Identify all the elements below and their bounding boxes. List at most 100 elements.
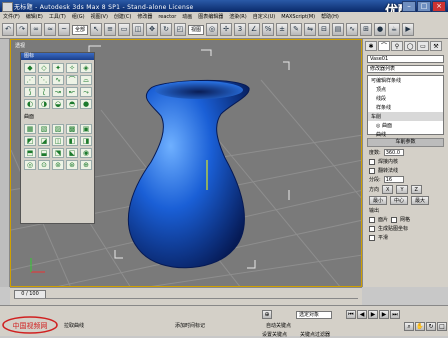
palette-surface-icon[interactable]: ◎: [24, 160, 36, 170]
select-by-name-icon[interactable]: ≡: [104, 23, 117, 36]
segments-spinner[interactable]: 16: [383, 176, 404, 183]
palette-tool-icon[interactable]: ◐: [24, 99, 36, 109]
palette-surface-icon[interactable]: ⊚: [52, 160, 64, 170]
menu-create[interactable]: 创建(C): [114, 13, 131, 20]
palette-surface-icon[interactable]: ⬒: [24, 148, 36, 158]
palette-tool-icon[interactable]: ⌒: [66, 75, 78, 85]
palette-surface-icon[interactable]: ⬓: [38, 148, 50, 158]
goto-start-icon[interactable]: ⏮: [346, 310, 356, 319]
palette-tool-icon[interactable]: ◒: [52, 99, 64, 109]
pan-icon[interactable]: ✋: [415, 322, 425, 331]
rotate-icon[interactable]: ↻: [160, 23, 173, 36]
menu-file[interactable]: 文件(F): [3, 13, 20, 20]
menu-modifiers[interactable]: 修改器: [137, 13, 152, 20]
angle-snap-icon[interactable]: ∠: [248, 23, 261, 36]
key-mode-icon[interactable]: ⊕: [262, 310, 272, 319]
next-frame-icon[interactable]: ▶: [379, 310, 389, 319]
dir-x-button[interactable]: X: [382, 185, 394, 194]
align-center-button[interactable]: 中心: [390, 196, 409, 205]
modify-tab-icon[interactable]: ⌒: [378, 41, 390, 51]
curve-editor-icon[interactable]: ∿: [346, 23, 359, 36]
palette-surface-icon[interactable]: ◫: [52, 136, 64, 146]
move-icon[interactable]: ✥: [146, 23, 159, 36]
palette-title[interactable]: 图标: [21, 53, 94, 60]
menu-graph-editors[interactable]: 图表编辑器: [198, 13, 223, 20]
select-icon[interactable]: ↖: [90, 23, 103, 36]
output-mesh-radio[interactable]: [369, 216, 375, 223]
spinner-snap-icon[interactable]: ±: [276, 23, 289, 36]
align-icon[interactable]: ⊟: [318, 23, 331, 36]
palette-surface-icon[interactable]: ◩: [24, 136, 36, 146]
menu-view[interactable]: 视图(V): [91, 13, 108, 20]
palette-surface-icon[interactable]: ▣: [80, 124, 92, 134]
undo-icon[interactable]: ↶: [2, 23, 14, 36]
palette-surface-icon[interactable]: ⬕: [66, 148, 78, 158]
goto-end-icon[interactable]: ⏭: [390, 310, 400, 319]
vase-body[interactable]: [127, 79, 250, 269]
palette-tool-icon[interactable]: ◑: [38, 99, 50, 109]
menu-maxscript[interactable]: MAXScript(M): [281, 14, 315, 20]
gen-mapping-checkbox[interactable]: [369, 225, 375, 232]
render-setup-icon[interactable]: ☕: [388, 23, 401, 36]
hierarchy-tab-icon[interactable]: ⚲: [391, 41, 403, 51]
palette-tool-icon[interactable]: ◆: [24, 63, 36, 73]
palette-tool-icon[interactable]: ✦: [52, 63, 64, 73]
modifier-list-dropdown[interactable]: 修改器列表: [367, 65, 444, 73]
menu-help[interactable]: 帮助(H): [321, 13, 339, 20]
stack-item[interactable]: 顶点: [368, 85, 443, 94]
palette-tool-icon[interactable]: ✧: [66, 63, 78, 73]
motion-tab-icon[interactable]: ◯: [404, 41, 416, 51]
mirror-icon[interactable]: ⇋: [304, 23, 317, 36]
link-icon[interactable]: ∞: [30, 23, 42, 36]
pivot-icon[interactable]: ◎: [206, 23, 219, 36]
align-min-button[interactable]: 最小: [369, 196, 388, 205]
layer-icon[interactable]: ▤: [332, 23, 345, 36]
unlink-icon[interactable]: ≈: [44, 23, 56, 36]
snap-icon[interactable]: 3: [234, 23, 247, 36]
palette-tool-icon[interactable]: ◇: [38, 63, 50, 73]
close-icon[interactable]: ×: [432, 1, 446, 12]
reference-coord-dropdown[interactable]: 视图: [188, 24, 205, 35]
selected-object-dropdown[interactable]: 选定对象: [296, 311, 332, 319]
palette-tool-icon[interactable]: ⋰: [24, 75, 36, 85]
palette-surface-icon[interactable]: ◧: [66, 136, 78, 146]
palette-tool-icon[interactable]: ⋱: [38, 75, 50, 85]
palette-surface-icon[interactable]: ▨: [52, 124, 64, 134]
smooth-checkbox[interactable]: [369, 234, 375, 241]
stack-item[interactable]: 可编辑样条线: [368, 76, 443, 85]
stack-item[interactable]: ◎ 曲面: [368, 121, 443, 130]
zoom-icon[interactable]: ⌕: [404, 322, 414, 331]
display-tab-icon[interactable]: ▭: [417, 41, 429, 51]
rect-select-icon[interactable]: ▭: [118, 23, 131, 36]
redo-icon[interactable]: ↷: [16, 23, 28, 36]
track-bar[interactable]: [14, 298, 358, 305]
palette-surface-icon[interactable]: ⊙: [38, 160, 50, 170]
selection-filter-dropdown[interactable]: 全部: [72, 24, 89, 35]
stack-item-selected[interactable]: 车削: [368, 112, 443, 121]
dir-z-button[interactable]: Z: [410, 185, 422, 194]
palette-surface-icon[interactable]: ⊛: [66, 160, 78, 170]
menu-reactor[interactable]: reactor: [158, 14, 176, 20]
play-icon[interactable]: ▶: [368, 310, 378, 319]
stack-item[interactable]: 样条线: [368, 103, 443, 112]
palette-tool-icon[interactable]: ⟅: [38, 87, 50, 97]
menu-tools[interactable]: 工具(T): [49, 13, 66, 20]
palette-tool-icon[interactable]: ↝: [52, 87, 64, 97]
palette-surface-icon[interactable]: ⊕: [80, 160, 92, 170]
palette-tool-icon[interactable]: ◓: [66, 99, 78, 109]
prev-frame-icon[interactable]: ◀: [357, 310, 367, 319]
palette-surface-icon[interactable]: ◨: [80, 136, 92, 146]
create-tab-icon[interactable]: ✱: [365, 41, 377, 51]
rollout-title[interactable]: 车削参数: [367, 138, 444, 147]
orbit-icon[interactable]: ↻: [426, 322, 436, 331]
palette-surface-icon[interactable]: ▩: [66, 124, 78, 134]
maximize-icon[interactable]: □: [417, 1, 431, 12]
palette-tool-icon[interactable]: ⌓: [80, 75, 92, 85]
menu-group[interactable]: 组(G): [72, 13, 85, 20]
manipulate-icon[interactable]: ✢: [220, 23, 233, 36]
utilities-tab-icon[interactable]: ⚒: [430, 41, 442, 51]
palette-tool-icon[interactable]: ∿: [52, 75, 64, 85]
bind-spacewarp-icon[interactable]: ~: [58, 23, 70, 36]
degrees-spinner[interactable]: 360.0: [383, 149, 404, 156]
menu-edit[interactable]: 编辑(E): [26, 13, 43, 20]
